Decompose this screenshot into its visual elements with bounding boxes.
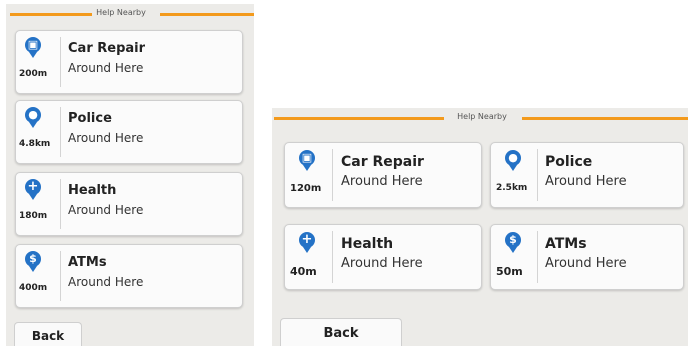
card-divider bbox=[60, 251, 61, 301]
car-repair-icon: ▣ bbox=[25, 37, 41, 58]
back-button[interactable]: Back bbox=[14, 322, 82, 346]
card-divider bbox=[537, 231, 538, 283]
category-name: ATMs bbox=[68, 255, 107, 270]
distance-label: 180m bbox=[19, 211, 48, 221]
category-name: Car Repair bbox=[68, 41, 146, 56]
category-subtitle: Around Here bbox=[68, 61, 144, 75]
card-divider bbox=[537, 149, 538, 201]
car-repair-card[interactable]: ▣ 200m Car Repair Around Here bbox=[15, 30, 243, 94]
page-title: Help Nearby bbox=[457, 112, 507, 121]
atms-card[interactable]: $ 50m ATMs Around Here bbox=[490, 224, 684, 290]
card-divider bbox=[60, 37, 61, 87]
help-nearby-portrait-screen: Help Nearby ▣ 200m Car Repair Around Her… bbox=[6, 4, 254, 346]
header-accent-bar-right bbox=[522, 117, 688, 120]
police-card[interactable]: ● 4.8km Police Around Here bbox=[15, 100, 243, 164]
help-nearby-landscape-screen: Help Nearby ▣ 120m Car Repair Around Her… bbox=[272, 108, 688, 346]
police-icon: ● bbox=[505, 150, 521, 171]
police-icon: ● bbox=[25, 107, 41, 128]
category-name: Police bbox=[545, 154, 593, 170]
distance-label: 50m bbox=[496, 265, 523, 278]
category-subtitle: Around Here bbox=[68, 203, 144, 217]
distance-label: 200m bbox=[19, 69, 48, 79]
atm-icon: $ bbox=[25, 251, 41, 272]
card-divider bbox=[60, 179, 61, 229]
distance-label: 2.5km bbox=[496, 183, 528, 193]
health-icon: + bbox=[25, 179, 41, 200]
distance-label: 4.8km bbox=[19, 139, 51, 149]
category-name: ATMs bbox=[545, 236, 587, 252]
header: Help Nearby bbox=[6, 4, 254, 26]
category-subtitle: Around Here bbox=[341, 174, 423, 189]
header-accent-bar-left bbox=[274, 117, 444, 120]
category-subtitle: Around Here bbox=[341, 256, 423, 271]
category-subtitle: Around Here bbox=[545, 174, 627, 189]
header-accent-bar-right bbox=[160, 13, 254, 16]
distance-label: 40m bbox=[290, 265, 317, 278]
atm-icon: $ bbox=[505, 232, 521, 253]
category-subtitle: Around Here bbox=[68, 275, 144, 289]
atms-card[interactable]: $ 400m ATMs Around Here bbox=[15, 244, 243, 308]
health-icon: + bbox=[299, 232, 315, 253]
category-name: Police bbox=[68, 111, 112, 126]
health-card[interactable]: + 180m Health Around Here bbox=[15, 172, 243, 236]
distance-label: 400m bbox=[19, 283, 48, 293]
page-title: Help Nearby bbox=[96, 8, 146, 17]
car-repair-icon: ▣ bbox=[299, 150, 315, 171]
card-divider bbox=[332, 149, 333, 201]
category-subtitle: Around Here bbox=[68, 131, 144, 145]
card-divider bbox=[332, 231, 333, 283]
header: Help Nearby bbox=[272, 108, 688, 130]
category-name: Car Repair bbox=[341, 154, 424, 170]
back-button[interactable]: Back bbox=[280, 318, 402, 346]
distance-label: 120m bbox=[290, 183, 322, 194]
category-subtitle: Around Here bbox=[545, 256, 627, 271]
car-repair-card[interactable]: ▣ 120m Car Repair Around Here bbox=[284, 142, 482, 208]
header-accent-bar-left bbox=[10, 13, 92, 16]
police-card[interactable]: ● 2.5km Police Around Here bbox=[490, 142, 684, 208]
category-name: Health bbox=[68, 183, 117, 198]
health-card[interactable]: + 40m Health Around Here bbox=[284, 224, 482, 290]
category-name: Health bbox=[341, 236, 394, 252]
card-divider bbox=[60, 107, 61, 157]
